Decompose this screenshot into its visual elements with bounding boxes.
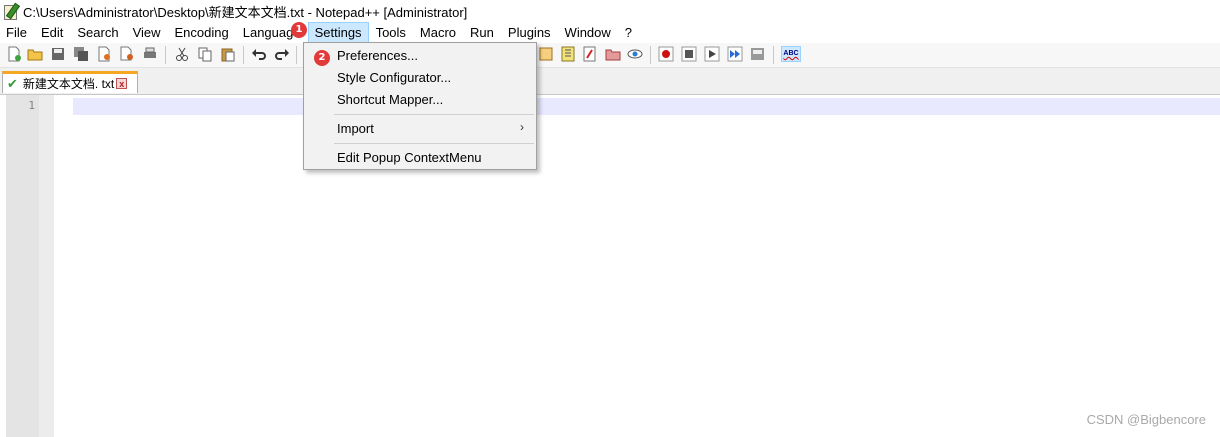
run-macro-multiple-icon[interactable]: [727, 46, 743, 62]
folder-icon[interactable]: [605, 46, 621, 62]
monitor-eye-icon[interactable]: [627, 46, 643, 62]
spell-check-icon[interactable]: ABC: [781, 46, 801, 62]
saved-check-icon: ✔: [7, 75, 18, 91]
new-file-icon[interactable]: [6, 46, 22, 62]
menu-plugins[interactable]: Plugins: [501, 22, 558, 43]
menu-item-style-configurator[interactable]: Style Configurator...: [337, 70, 451, 85]
menu-item-shortcut-mapper[interactable]: Shortcut Mapper...: [337, 92, 443, 107]
step-2-badge: 2: [314, 50, 330, 66]
save-icon[interactable]: [50, 46, 66, 62]
menu-help[interactable]: ?: [618, 22, 639, 43]
menu-separator: [334, 114, 534, 115]
current-line-highlight: [73, 98, 1220, 115]
menu-item-import[interactable]: Import: [337, 121, 374, 136]
window-title: C:\Users\Administrator\Desktop\新建文本文档.tx…: [23, 4, 468, 20]
menu-settings[interactable]: Settings: [307, 22, 369, 43]
notepadpp-app-icon: [3, 2, 21, 20]
menu-view[interactable]: View: [126, 22, 168, 43]
menu-run[interactable]: Run: [463, 22, 501, 43]
document-map-icon[interactable]: [538, 46, 554, 62]
menu-window[interactable]: Window: [558, 22, 618, 43]
play-macro-icon[interactable]: [704, 46, 720, 62]
tab-label: 新建文本文档. txt: [22, 77, 115, 91]
menu-search[interactable]: Search: [70, 22, 125, 43]
tab-close-icon[interactable]: x: [116, 78, 128, 89]
toolbar: ABC: [0, 43, 1220, 68]
step-1-badge: 1: [291, 22, 307, 38]
line-number-gutter: 1: [6, 95, 39, 437]
menu-edit[interactable]: Edit: [34, 22, 70, 43]
menu-macro[interactable]: Macro: [413, 22, 463, 43]
menu-encoding[interactable]: Encoding: [168, 22, 236, 43]
function-list-icon[interactable]: [560, 46, 576, 62]
menu-item-preferences[interactable]: Preferences...: [337, 48, 418, 63]
open-file-icon[interactable]: [27, 46, 43, 62]
cut-icon[interactable]: [174, 46, 190, 62]
menu-file[interactable]: File: [0, 22, 34, 43]
folder-workspace-icon[interactable]: [582, 46, 598, 62]
line-number: 1: [28, 99, 35, 112]
save-all-icon[interactable]: [73, 46, 89, 62]
close-file-icon[interactable]: [96, 46, 112, 62]
fold-margin[interactable]: [39, 95, 54, 437]
tab-bar: ✔ 新建文本文档. txt x: [0, 68, 1220, 95]
menu-separator: [334, 143, 534, 144]
editor-area[interactable]: 1: [0, 95, 1220, 437]
submenu-arrow-icon: ›: [520, 120, 524, 134]
tab-document[interactable]: ✔ 新建文本文档. txt x: [2, 71, 138, 93]
spell-check-label: ABC: [783, 50, 799, 57]
paste-icon[interactable]: [220, 46, 236, 62]
print-icon[interactable]: [142, 46, 158, 62]
record-macro-icon[interactable]: [658, 46, 674, 62]
stop-macro-icon[interactable]: [681, 46, 697, 62]
menu-tools[interactable]: Tools: [369, 22, 413, 43]
close-all-icon[interactable]: [119, 46, 135, 62]
menu-bar: File Edit Search View Encoding Language …: [0, 22, 1220, 43]
save-macro-icon[interactable]: [750, 46, 766, 62]
title-bar: C:\Users\Administrator\Desktop\新建文本文档.tx…: [0, 0, 1220, 22]
watermark: CSDN @Bigbencore: [1086, 412, 1206, 427]
redo-icon[interactable]: [274, 46, 290, 62]
copy-icon[interactable]: [197, 46, 213, 62]
menu-item-edit-popup-contextmenu[interactable]: Edit Popup ContextMenu: [337, 150, 482, 165]
settings-dropdown-menu: Preferences... Style Configurator... Sho…: [303, 42, 537, 170]
undo-icon[interactable]: [251, 46, 267, 62]
